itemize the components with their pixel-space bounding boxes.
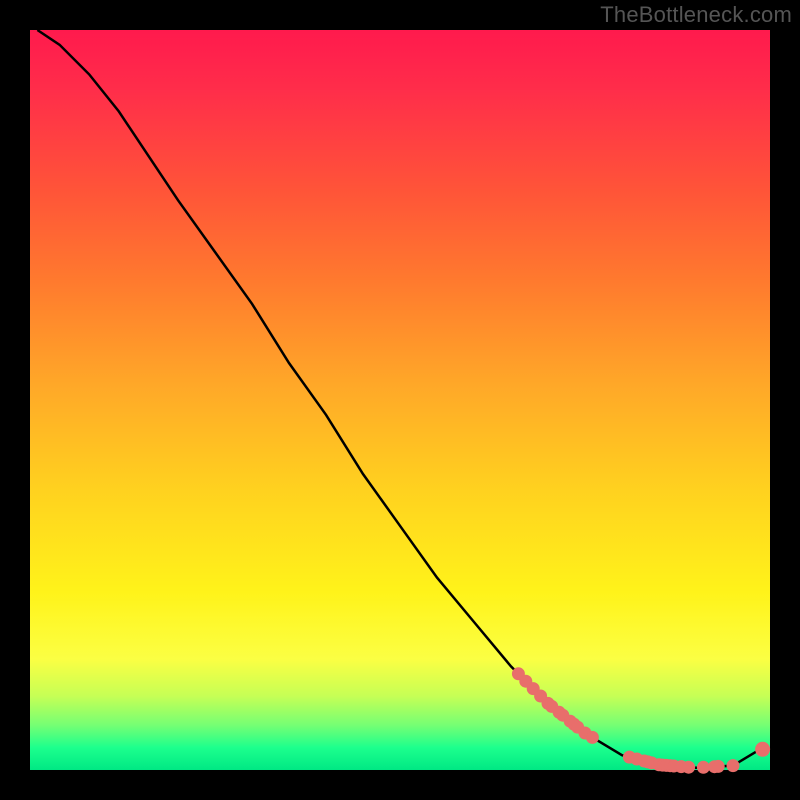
chart-overlay [30, 30, 770, 770]
data-point [712, 760, 724, 772]
data-point [756, 742, 770, 756]
bottleneck-curve [37, 30, 762, 768]
data-point [727, 760, 739, 772]
data-point [586, 731, 598, 743]
plot-area [30, 30, 770, 770]
data-point [683, 761, 695, 773]
chart-stage: TheBottleneck.com [0, 0, 800, 800]
watermark-text: TheBottleneck.com [600, 2, 792, 28]
data-points [512, 668, 769, 774]
data-point [697, 761, 709, 773]
